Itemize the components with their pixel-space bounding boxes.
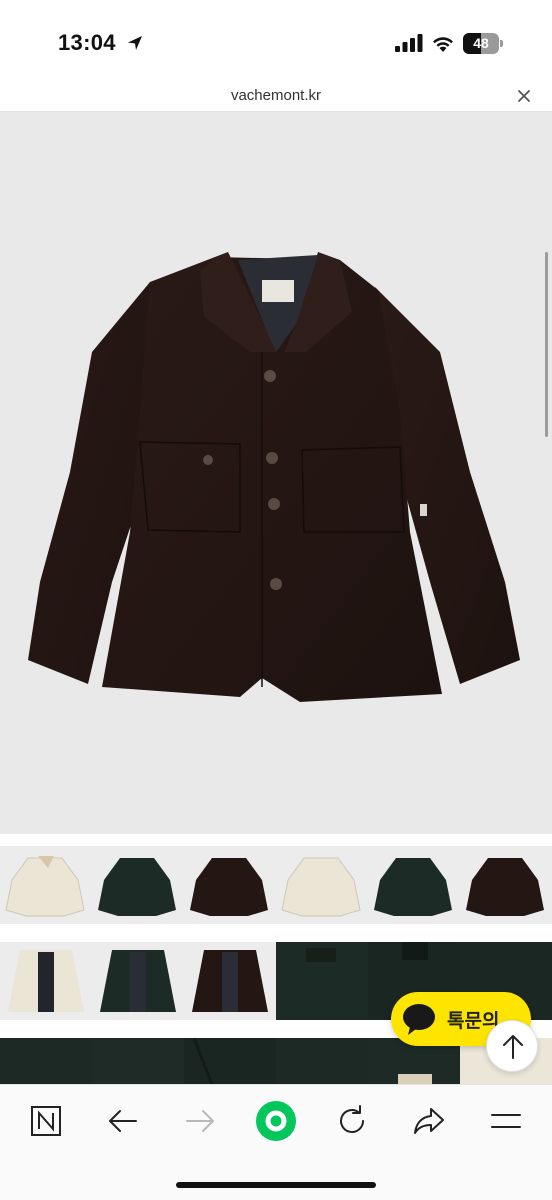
scroll-to-top-button[interactable] xyxy=(486,1020,538,1072)
thumbnail-grid xyxy=(0,834,552,1084)
thumbnail-6[interactable] xyxy=(460,846,552,924)
status-time: 13:04 xyxy=(58,30,116,55)
thumbnail-13[interactable] xyxy=(0,1038,92,1084)
home-indicator[interactable] xyxy=(176,1182,376,1188)
thumbnail-1[interactable] xyxy=(0,846,92,924)
chat-bubble-icon xyxy=(403,1004,435,1035)
thumbnail-5[interactable] xyxy=(368,846,460,924)
cellular-signal-icon xyxy=(395,34,423,52)
thumbnail-9[interactable] xyxy=(184,942,276,1020)
menu-icon xyxy=(491,1114,521,1128)
jacket-illustration xyxy=(28,252,520,702)
menu-button[interactable] xyxy=(484,1099,528,1143)
status-bar: 13:04 48 xyxy=(0,0,552,80)
refresh-icon xyxy=(340,1105,364,1133)
naver-green-dot-button[interactable] xyxy=(254,1099,298,1143)
thumbnail-4[interactable] xyxy=(276,846,368,924)
close-icon[interactable] xyxy=(514,86,534,106)
arrow-up-icon xyxy=(503,1035,523,1059)
thumbnail-16[interactable] xyxy=(276,1038,368,1084)
share-button[interactable] xyxy=(407,1099,451,1143)
forward-arrow-icon xyxy=(186,1110,214,1132)
thumbnail-10[interactable] xyxy=(276,942,368,1020)
thumbnail-8[interactable] xyxy=(92,942,184,1020)
thumbnail-2[interactable] xyxy=(92,846,184,924)
product-main-image[interactable] xyxy=(0,112,552,834)
battery-level: 48 xyxy=(473,35,489,51)
wifi-icon xyxy=(433,37,453,52)
back-arrow-icon xyxy=(109,1110,137,1132)
thumbnail-3[interactable] xyxy=(184,846,276,924)
naver-n-button[interactable] xyxy=(24,1099,68,1143)
thumbnail-7[interactable] xyxy=(0,942,92,1020)
battery-icon: 48 xyxy=(463,33,503,54)
scroll-indicator[interactable] xyxy=(545,252,548,437)
green-circle-icon xyxy=(256,1101,296,1141)
forward-button[interactable] xyxy=(178,1099,222,1143)
back-button[interactable] xyxy=(101,1099,145,1143)
thumbnail-14[interactable] xyxy=(92,1038,184,1084)
refresh-button[interactable] xyxy=(330,1099,374,1143)
url-text[interactable]: vachemont.kr xyxy=(0,87,552,104)
naver-n-icon xyxy=(31,1106,61,1136)
url-bar[interactable]: vachemont.kr xyxy=(0,80,552,112)
thumbnail-15[interactable] xyxy=(184,1038,276,1084)
share-icon xyxy=(414,1108,444,1134)
location-arrow-icon xyxy=(128,36,142,50)
